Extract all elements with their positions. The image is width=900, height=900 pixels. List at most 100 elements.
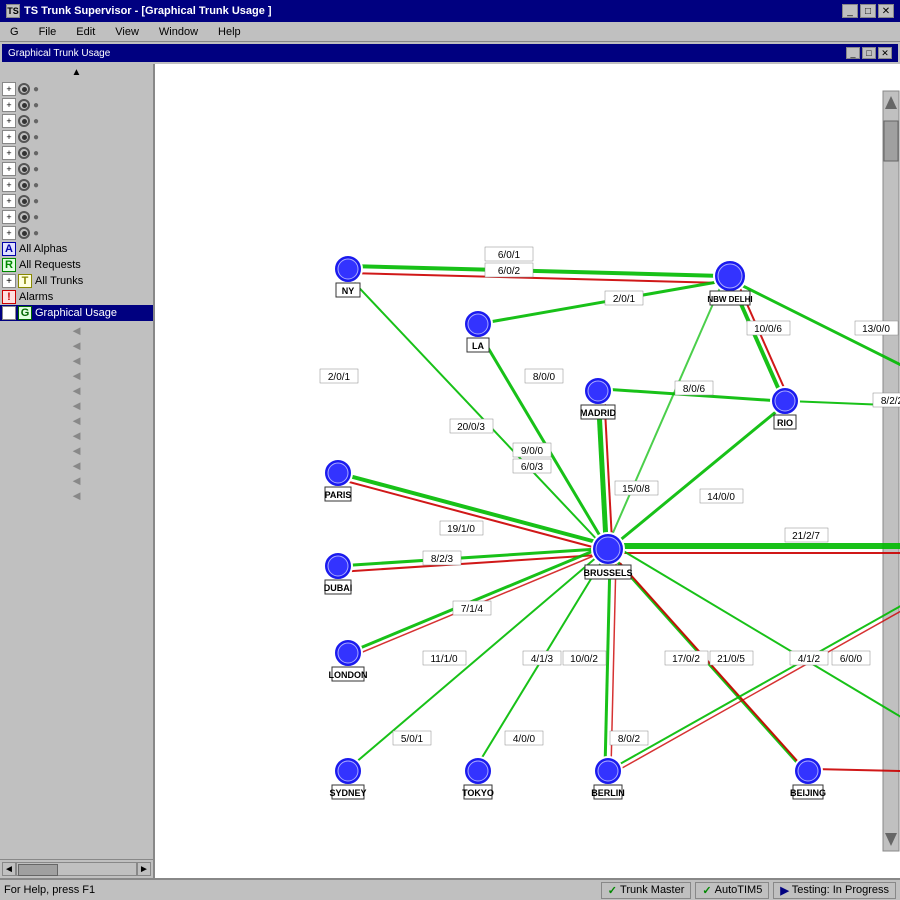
trunk-icon: T bbox=[18, 274, 32, 288]
svg-text:21/2/7: 21/2/7 bbox=[792, 531, 820, 542]
testing-status: ▶ Testing: In Progress bbox=[773, 882, 896, 899]
svg-text:4/1/2: 4/1/2 bbox=[798, 654, 821, 665]
sidebar-radio-row-1[interactable]: + ● bbox=[0, 97, 153, 113]
title-bar: TS TS Trunk Supervisor - [Graphical Trun… bbox=[0, 0, 900, 22]
svg-text:BEIJING: BEIJING bbox=[790, 788, 826, 798]
svg-text:5/0/1: 5/0/1 bbox=[401, 734, 424, 745]
alarms-label: Alarms bbox=[19, 291, 53, 303]
horizontal-scrollbar[interactable] bbox=[16, 862, 137, 876]
status-bar: For Help, press F1 ✓ Trunk Master ✓ Auto… bbox=[0, 878, 900, 900]
sidebar-item-all-alphas[interactable]: A All Alphas bbox=[0, 241, 153, 257]
sidebar-radio-row-4[interactable]: + ● bbox=[0, 145, 153, 161]
svg-text:19/1/0: 19/1/0 bbox=[447, 524, 475, 535]
svg-text:RIO: RIO bbox=[777, 418, 793, 428]
scroll-left-button[interactable]: ◄ bbox=[2, 862, 16, 876]
inner-title-bar: Graphical Trunk Usage _ □ ✕ bbox=[2, 44, 898, 62]
autotim5-label: AutoTIM5 bbox=[715, 884, 763, 896]
svg-text:2/0/1: 2/0/1 bbox=[613, 294, 636, 305]
svg-text:6/0/2: 6/0/2 bbox=[498, 266, 521, 277]
svg-text:8/0/0: 8/0/0 bbox=[533, 372, 556, 383]
menu-edit[interactable]: Edit bbox=[70, 24, 101, 40]
svg-text:20/0/3: 20/0/3 bbox=[457, 422, 485, 433]
testing-label: Testing: In Progress bbox=[792, 884, 889, 896]
sidebar-radio-row-0[interactable]: + ● bbox=[0, 81, 153, 97]
menu-help[interactable]: Help bbox=[212, 24, 247, 40]
alpha-icon: A bbox=[2, 242, 16, 256]
trunk-master-label: Trunk Master bbox=[620, 884, 684, 896]
trunk-master-check-icon: ✓ bbox=[608, 884, 617, 897]
svg-text:NY: NY bbox=[342, 286, 355, 296]
svg-text:8/2/3: 8/2/3 bbox=[431, 554, 454, 565]
trunk-master-status: ✓ Trunk Master bbox=[601, 882, 692, 899]
svg-text:17/0/2: 17/0/2 bbox=[672, 654, 700, 665]
svg-text:10/0/2: 10/0/2 bbox=[570, 654, 598, 665]
graphical-icon: G bbox=[18, 306, 32, 320]
svg-text:4/0/0: 4/0/0 bbox=[513, 734, 536, 745]
sidebar-radio-row-3[interactable]: + ● bbox=[0, 129, 153, 145]
svg-text:DUBAI: DUBAI bbox=[324, 583, 353, 593]
all-trunks-label: All Trunks bbox=[35, 275, 83, 287]
app-icon: TS bbox=[6, 4, 20, 18]
sidebar-radio-row-7[interactable]: + ● bbox=[0, 193, 153, 209]
svg-text:NBW DELHI: NBW DELHI bbox=[707, 295, 752, 304]
autotim5-status: ✓ AutoTIM5 bbox=[695, 882, 769, 899]
inner-maximize-button[interactable]: □ bbox=[862, 47, 876, 59]
scroll-right-button[interactable]: ► bbox=[137, 862, 151, 876]
autotim5-check-icon: ✓ bbox=[702, 884, 711, 897]
svg-text:11/1/0: 11/1/0 bbox=[430, 654, 457, 665]
svg-text:21/0/5: 21/0/5 bbox=[717, 654, 745, 665]
menu-view[interactable]: View bbox=[109, 24, 145, 40]
sidebar-item-all-requests[interactable]: R All Requests bbox=[0, 257, 153, 273]
sidebar-radio-row-8[interactable]: + ● bbox=[0, 209, 153, 225]
svg-text:15/0/8: 15/0/8 bbox=[622, 484, 650, 495]
trunk-expand[interactable]: + bbox=[2, 274, 16, 288]
svg-text:8/0/6: 8/0/6 bbox=[683, 384, 706, 395]
inner-minimize-button[interactable]: _ bbox=[846, 47, 860, 59]
svg-text:9/0/0: 9/0/0 bbox=[521, 446, 544, 457]
menu-bar: G File Edit View Window Help bbox=[0, 22, 900, 42]
inner-close-button[interactable]: ✕ bbox=[878, 47, 892, 59]
svg-text:7/1/4: 7/1/4 bbox=[461, 604, 484, 615]
all-alphas-label: All Alphas bbox=[19, 243, 67, 255]
svg-text:13/0/0: 13/0/0 bbox=[862, 324, 890, 335]
svg-text:8/2/2: 8/2/2 bbox=[881, 396, 900, 407]
sidebar-radio-row-9[interactable]: + ● bbox=[0, 225, 153, 241]
menu-window[interactable]: Window bbox=[153, 24, 204, 40]
graphical-usage-label: Graphical Usage bbox=[35, 307, 117, 319]
svg-text:PARIS: PARIS bbox=[325, 490, 352, 500]
title-buttons: _ □ ✕ bbox=[842, 4, 894, 18]
sidebar-item-alarms[interactable]: ! Alarms bbox=[0, 289, 153, 305]
sidebar-item-all-trunks[interactable]: + T All Trunks bbox=[0, 273, 153, 289]
sidebar-radio-row-6[interactable]: + ● bbox=[0, 177, 153, 193]
maximize-button[interactable]: □ bbox=[860, 4, 876, 18]
svg-text:4/1/3: 4/1/3 bbox=[531, 654, 554, 665]
all-requests-label: All Requests bbox=[19, 259, 81, 271]
window-title: TS Trunk Supervisor - [Graphical Trunk U… bbox=[24, 5, 272, 17]
sidebar-radio-row-5[interactable]: + ● bbox=[0, 161, 153, 177]
main-layout: ▲ + ● + ● + ● + ● + ● + ● bbox=[0, 64, 900, 878]
alarm-icon: ! bbox=[2, 290, 16, 304]
svg-text:LA: LA bbox=[472, 341, 484, 351]
minimize-button[interactable]: _ bbox=[842, 4, 858, 18]
sidebar-item-graphical-usage[interactable]: - G Graphical Usage bbox=[0, 305, 153, 321]
graph-area: 6/0/1 6/0/2 2/0/1 10/0/6 13/0/0 2/0/1 8/… bbox=[155, 64, 900, 878]
request-icon: R bbox=[2, 258, 16, 272]
menu-g[interactable]: G bbox=[4, 24, 25, 40]
svg-text:14/0/0: 14/0/0 bbox=[707, 492, 735, 503]
close-button[interactable]: ✕ bbox=[878, 4, 894, 18]
svg-text:MADRID: MADRID bbox=[580, 408, 616, 418]
svg-text:2/0/1: 2/0/1 bbox=[328, 372, 351, 383]
radio-items-container: + ● + ● + ● + ● + ● + ● + ● + bbox=[0, 81, 153, 241]
svg-text:SYDNEY: SYDNEY bbox=[329, 788, 366, 798]
testing-play-icon: ▶ bbox=[780, 884, 788, 897]
sidebar-decorations: ◄ ◄ ◄ ◄ ◄ ◄ ◄ ◄ ◄ ◄ ◄ ◄ bbox=[0, 321, 153, 505]
svg-text:TOKYO: TOKYO bbox=[462, 788, 494, 798]
svg-text:6/0/0: 6/0/0 bbox=[840, 654, 863, 665]
sidebar-scroll-up[interactable]: ▲ bbox=[2, 66, 151, 79]
svg-text:BERLIN: BERLIN bbox=[591, 788, 625, 798]
sidebar-radio-row-2[interactable]: + ● bbox=[0, 113, 153, 129]
graphical-expand[interactable]: - bbox=[2, 306, 16, 320]
inner-title-text: Graphical Trunk Usage bbox=[8, 48, 110, 59]
scrollbar-thumb bbox=[18, 864, 58, 876]
menu-file[interactable]: File bbox=[33, 24, 63, 40]
